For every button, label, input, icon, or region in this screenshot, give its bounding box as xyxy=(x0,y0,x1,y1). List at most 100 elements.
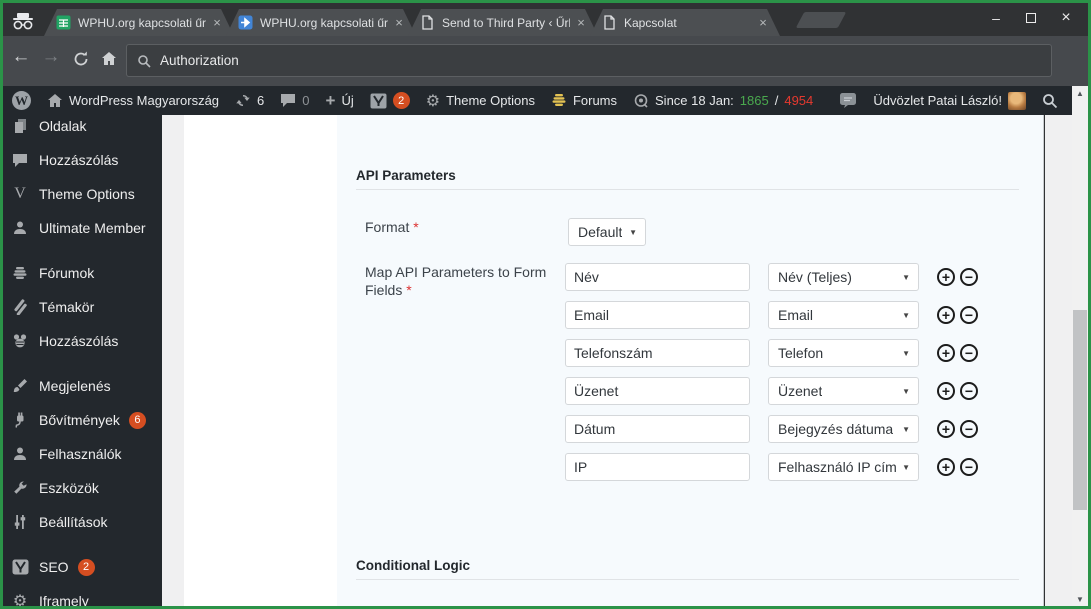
remove-row-button[interactable]: − xyxy=(960,458,978,476)
field-select[interactable]: Email ▼ xyxy=(768,301,919,329)
reload-button[interactable] xyxy=(72,50,90,68)
tab-close-icon[interactable]: × xyxy=(756,15,770,30)
sidebar-item-oldalak[interactable]: Oldalak xyxy=(0,115,162,143)
updates-menu[interactable]: 6 xyxy=(227,86,272,115)
tab-close-icon[interactable]: × xyxy=(210,15,224,30)
sidebar-item-label: Eszközök xyxy=(39,480,99,496)
sidebar-item-megjelenes[interactable]: Megjelenés xyxy=(0,369,162,403)
add-row-button[interactable]: + xyxy=(937,458,955,476)
chevron-down-icon: ▼ xyxy=(902,273,910,282)
tab-4[interactable]: Kapcsolat × xyxy=(590,9,780,36)
wp-admin-menu: Oldalak Hozzászólás V Theme Options Ulti… xyxy=(0,115,162,606)
stats-current: 1865 xyxy=(740,93,769,108)
tab-2[interactable]: WPHU.org kapcsolati űrlap × xyxy=(226,9,416,36)
remove-row-button[interactable]: − xyxy=(960,306,978,324)
format-select[interactable]: Default ▼ xyxy=(568,218,646,246)
param-input[interactable] xyxy=(565,377,750,405)
scroll-up-arrow[interactable]: ▲ xyxy=(1072,86,1088,100)
wp-logo-menu[interactable]: W xyxy=(0,86,39,115)
param-input[interactable] xyxy=(565,301,750,329)
scrollbar-thumb[interactable] xyxy=(1073,310,1087,510)
yoast-icon xyxy=(370,93,387,109)
param-input[interactable] xyxy=(565,263,750,291)
sidebar-item-seo[interactable]: SEO 2 xyxy=(0,550,162,584)
sidebar-item-label: Ultimate Member xyxy=(39,220,146,236)
theme-options-menu[interactable]: ⚙ Theme Options xyxy=(418,86,543,115)
comments-menu[interactable]: 0 xyxy=(272,86,317,115)
section-title-conditional-logic: Conditional Logic xyxy=(356,558,470,573)
address-bar[interactable]: Authorization xyxy=(126,44,1052,77)
add-row-button[interactable]: + xyxy=(937,420,955,438)
sidebar-item-felhasznalok[interactable]: Felhasználók xyxy=(0,437,162,471)
home-icon xyxy=(47,93,63,108)
sidebar-item-eszkozok[interactable]: Eszközök xyxy=(0,471,162,505)
v-logo-icon: V xyxy=(10,185,30,203)
sidebar-item-theme-options[interactable]: V Theme Options xyxy=(0,177,162,211)
tab-1[interactable]: WPHU.org kapcsolati űrlap × xyxy=(44,9,234,36)
menu-separator xyxy=(0,539,162,550)
tab-close-icon[interactable]: × xyxy=(574,15,588,30)
sidebar-item-ultimate-member[interactable]: Ultimate Member xyxy=(0,211,162,245)
new-tab-button[interactable] xyxy=(796,12,847,28)
sidebar-item-hozzaszolas[interactable]: Hozzászólás xyxy=(0,143,162,177)
field-select[interactable]: Telefon ▼ xyxy=(768,339,919,367)
messages-menu[interactable] xyxy=(831,86,865,115)
sidebar-item-iframely[interactable]: ⚙ Iframely xyxy=(0,584,162,606)
tab-3[interactable]: Send to Third Party ‹ Űrla × xyxy=(408,9,598,36)
remove-row-button[interactable]: − xyxy=(960,420,978,438)
adminbar-search[interactable] xyxy=(1034,86,1072,115)
new-content-menu[interactable]: + Új xyxy=(318,86,362,115)
scroll-down-arrow[interactable]: ▼ xyxy=(1072,592,1088,606)
remove-row-button[interactable]: − xyxy=(960,344,978,362)
map-row-1: Név (Teljes) ▼ + − xyxy=(565,263,978,291)
param-input[interactable] xyxy=(565,339,750,367)
add-row-button[interactable]: + xyxy=(937,306,955,324)
address-text: Authorization xyxy=(160,53,239,68)
stats-menu[interactable]: Since 18 Jan: 1865 / 4954 xyxy=(625,86,821,115)
map-parameters-label-text: Map API Parameters to Form Fields xyxy=(365,264,546,298)
field-select[interactable]: Név (Teljes) ▼ xyxy=(768,263,919,291)
format-label-text: Format xyxy=(365,219,409,235)
updates-icon xyxy=(235,93,251,108)
minimize-button[interactable]: – xyxy=(981,6,1011,30)
field-selected-value: Telefon xyxy=(778,345,823,361)
home-button[interactable] xyxy=(100,50,118,68)
maximize-button[interactable] xyxy=(1016,6,1046,30)
remove-row-button[interactable]: − xyxy=(960,382,978,400)
close-button[interactable]: × xyxy=(1051,6,1081,30)
add-row-button[interactable]: + xyxy=(937,344,955,362)
field-select[interactable]: Felhasználó IP cím ▼ xyxy=(768,453,919,481)
tab-title: WPHU.org kapcsolati űrlap xyxy=(260,16,388,30)
chevron-down-icon: ▼ xyxy=(902,425,910,434)
forums-menu[interactable]: Forums xyxy=(543,86,625,115)
tab-close-icon[interactable]: × xyxy=(392,15,406,30)
sidebar-item-beallitasok[interactable]: Beállítások xyxy=(0,505,162,539)
site-name: WordPress Magyarország xyxy=(69,93,219,108)
menu-separator xyxy=(0,245,162,256)
sidebar-item-temakor[interactable]: Témakör xyxy=(0,290,162,324)
sidebar-item-label: Bővítmények xyxy=(39,412,120,428)
incognito-icon xyxy=(10,13,36,30)
arrow-favicon xyxy=(238,15,253,30)
stats-separator: / xyxy=(775,93,779,108)
add-row-button[interactable]: + xyxy=(937,382,955,400)
param-input[interactable] xyxy=(565,415,750,443)
search-icon xyxy=(1042,93,1058,109)
divider xyxy=(356,189,1019,190)
site-name-menu[interactable]: WordPress Magyarország xyxy=(39,86,227,115)
chevron-down-icon: ▼ xyxy=(902,387,910,396)
sidebar-item-forumok[interactable]: Fórumok xyxy=(0,256,162,290)
field-select[interactable]: Bejegyzés dátuma ▼ xyxy=(768,415,919,443)
back-button[interactable]: ← xyxy=(8,46,34,68)
account-menu[interactable]: Üdvözlet Patai László! xyxy=(865,86,1034,115)
field-select[interactable]: Üzenet ▼ xyxy=(768,377,919,405)
sidebar-item-hozzaszolas-bbp[interactable]: Hozzászólás xyxy=(0,324,162,358)
sidebar-item-bovitmenyek[interactable]: Bővítmények 6 xyxy=(0,403,162,437)
forward-button[interactable]: → xyxy=(38,46,64,68)
param-input[interactable] xyxy=(565,453,750,481)
remove-row-button[interactable]: − xyxy=(960,268,978,286)
map-parameters-label: Map API Parameters to Form Fields * xyxy=(365,263,551,299)
yoast-seo-menu[interactable]: 2 xyxy=(362,86,418,115)
wrench-icon xyxy=(10,479,30,497)
add-row-button[interactable]: + xyxy=(937,268,955,286)
